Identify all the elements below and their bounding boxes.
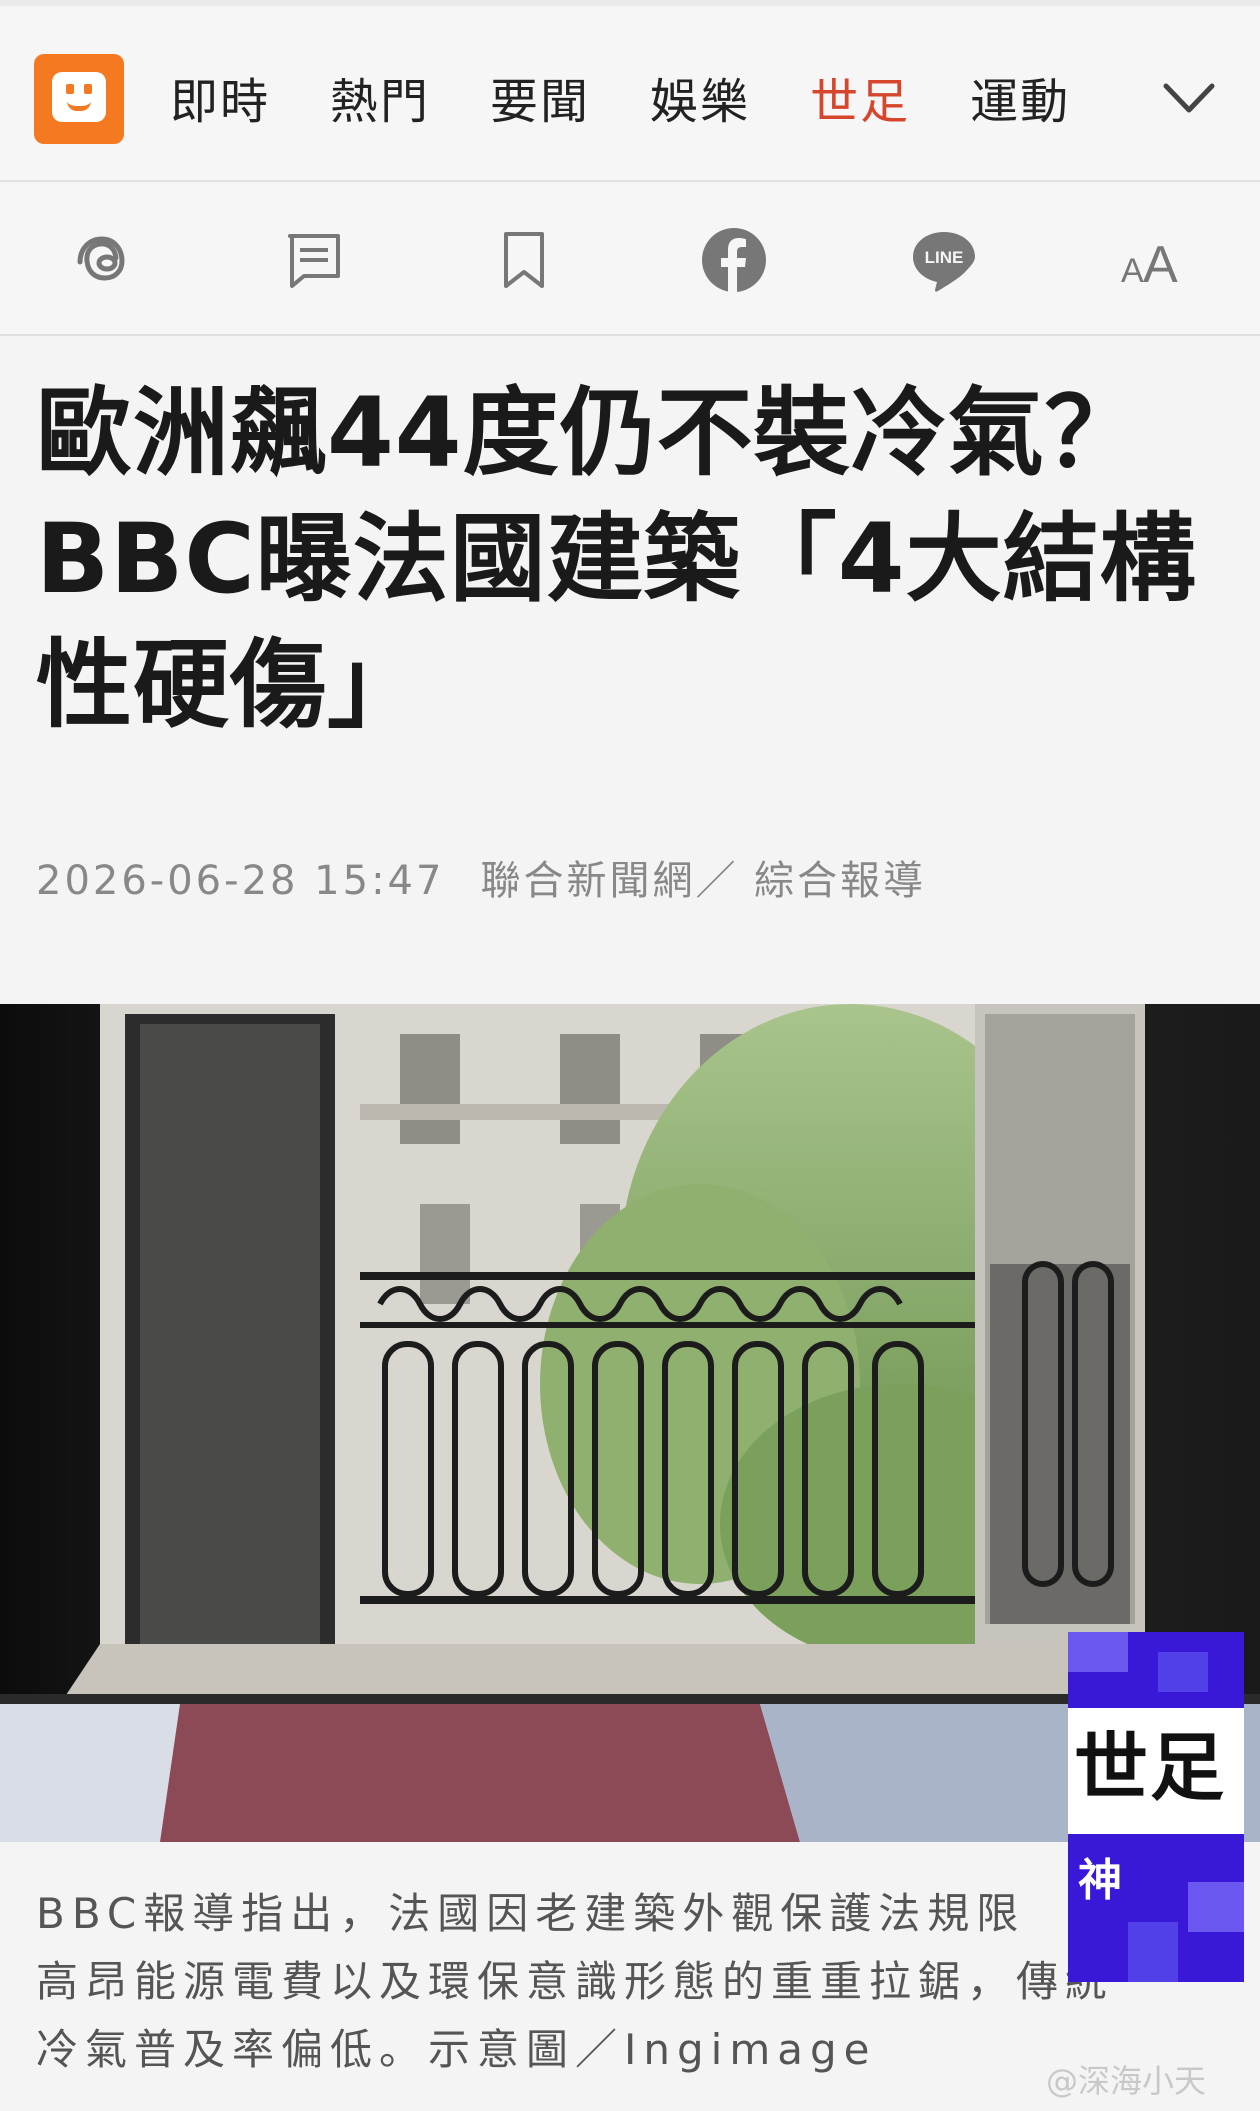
article-meta: 2026-06-28 15:47 聯合新聞網／ 綜合報導 bbox=[36, 848, 926, 906]
badge-title: 世足 bbox=[1074, 1725, 1226, 1811]
timestamp: 2026-06-28 15:47 bbox=[36, 858, 445, 904]
logo-face-icon bbox=[52, 72, 106, 122]
threads-icon[interactable] bbox=[64, 220, 144, 300]
watermark: @深海小天 bbox=[1046, 2062, 1207, 2100]
photo-caption: BBC報導指出，法國因老建築外觀保護法規限 高昂能源電費以及環保意識形態的重重拉… bbox=[36, 1880, 1226, 2084]
tab-headlines[interactable]: 要聞 bbox=[490, 72, 590, 132]
title-line: 性硬傷」 bbox=[36, 629, 424, 741]
tab-entertainment[interactable]: 娛樂 bbox=[650, 72, 750, 132]
caption-line: BBC報導指出，法國因老建築外觀保護法規限 bbox=[36, 1889, 1026, 1938]
tab-instant[interactable]: 即時 bbox=[170, 72, 270, 132]
svg-text:A: A bbox=[1143, 236, 1178, 290]
article-title: 歐洲飆44度仍不裝冷氣？ BBC曝法國建築「4大結構 性硬傷」 bbox=[36, 370, 1216, 748]
chevron-down-icon[interactable] bbox=[1162, 78, 1216, 118]
tab-hot[interactable]: 熱門 bbox=[330, 72, 430, 132]
svg-text:A: A bbox=[1121, 252, 1144, 290]
nav-tabs: 即時 熱門 要聞 娛樂 世足 運動 bbox=[170, 72, 1130, 132]
line-icon[interactable]: LINE bbox=[904, 220, 984, 300]
badge-subtitle: 神 bbox=[1078, 1855, 1122, 1906]
facebook-icon[interactable] bbox=[694, 220, 774, 300]
world-cup-badge[interactable]: 世足 神 bbox=[1068, 1632, 1244, 1982]
comment-icon[interactable] bbox=[274, 220, 354, 300]
caption-line: 高昂能源電費以及環保意識形態的重重拉鋸，傳統 bbox=[36, 1957, 1115, 2006]
title-line: BBC曝法國建築「4大結構 bbox=[36, 503, 1197, 615]
title-line: 歐洲飆44度仍不裝冷氣？ bbox=[36, 377, 1142, 489]
font-size-icon[interactable]: A A bbox=[1114, 220, 1194, 300]
tab-sports[interactable]: 運動 bbox=[970, 72, 1070, 132]
svg-text:LINE: LINE bbox=[925, 248, 964, 267]
top-nav: 即時 熱門 要聞 娛樂 世足 運動 bbox=[0, 0, 1260, 182]
source-link[interactable]: 聯合新聞網／ 綜合報導 bbox=[480, 858, 926, 904]
udn-logo[interactable] bbox=[34, 54, 124, 144]
share-toolbar: LINE A A bbox=[0, 184, 1260, 336]
bookmark-icon[interactable] bbox=[484, 220, 564, 300]
tab-world-cup[interactable]: 世足 bbox=[810, 72, 910, 132]
